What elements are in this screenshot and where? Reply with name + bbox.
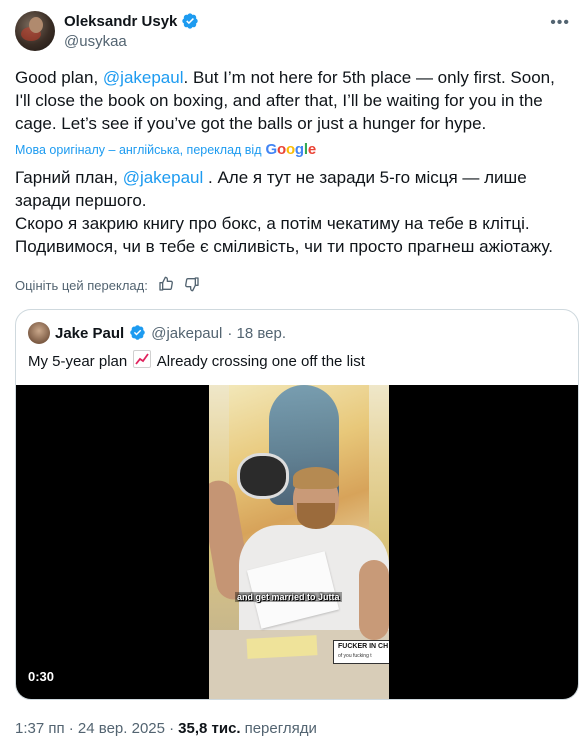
quoted-author-handle: @jakepaul: [151, 324, 223, 342]
quoted-text-part: My 5-year plan: [28, 353, 128, 370]
desk-sign-subtext: of you fucking t: [338, 653, 372, 659]
video-duration: 0:30: [28, 669, 55, 684]
desk-sign-text: FUCKER IN CH: [338, 643, 389, 650]
avatar-face: [29, 17, 43, 33]
verified-badge-icon: [129, 324, 146, 343]
video-player[interactable]: FUCKER IN CH of you fucking t and get ma…: [16, 385, 578, 699]
google-logo: Google: [266, 141, 317, 158]
author-name-row: Oleksandr Usyk: [64, 12, 199, 30]
rate-translation-label: Оцініть цей переклад:: [15, 278, 148, 293]
quoted-author-name: Jake Paul: [55, 324, 125, 342]
rate-translation-row: Оцініть цей переклад:: [15, 276, 200, 295]
translated-mention-link[interactable]: @jakepaul: [123, 168, 204, 187]
thumbs-up-icon[interactable]: [158, 276, 174, 295]
google-logo-letter: o: [276, 141, 286, 158]
author-name[interactable]: Oleksandr Usyk: [64, 13, 177, 30]
translated-line: Скоро я закрию книгу про бокс, а потім ч…: [15, 214, 530, 233]
tweet-meta: 1:37 пп · 24 вер. 2025 · 35,8 тис. перег…: [15, 720, 317, 737]
tweet: Oleksandr Usyk @usykaa ••• Good plan, @j…: [0, 0, 586, 744]
person-beard: [297, 503, 335, 529]
google-logo-letter: o: [285, 141, 295, 158]
avatar[interactable]: [15, 11, 55, 51]
quoted-text-part: Already crossing one off the list: [156, 353, 365, 370]
quoted-tweet-time: · 18 вер.: [227, 324, 286, 342]
person-hair: [293, 467, 339, 489]
google-logo-letter: G: [265, 141, 278, 158]
translation-attribution[interactable]: Мова оригіналу – англійська, переклад ві…: [15, 141, 316, 158]
boxing-glove: [237, 453, 289, 499]
quoted-tweet[interactable]: Jake Paul @jakepaul · 18 вер. My 5-year …: [15, 309, 579, 700]
translated-text-part: Гарний план,: [15, 168, 123, 187]
translation-note-text: Мова оригіналу – англійська, переклад ві…: [15, 142, 262, 157]
translated-line: Подивимося, чи в тебе є сміливість, чи т…: [15, 237, 553, 256]
more-options-icon[interactable]: •••: [550, 14, 570, 32]
video-frame: FUCKER IN CH of you fucking t and get ma…: [209, 385, 389, 699]
right-arm: [359, 560, 389, 640]
quoted-tweet-header: Jake Paul @jakepaul · 18 вер.: [28, 322, 286, 344]
thumbs-down-icon[interactable]: [184, 276, 200, 295]
desk-sign: FUCKER IN CH of you fucking t: [333, 640, 389, 664]
tweet-text: Good plan, @jakepaul. But I’m not here f…: [15, 66, 571, 135]
author-handle[interactable]: @usykaa: [64, 33, 127, 50]
google-logo-letter: g: [294, 141, 304, 158]
views-count: 35,8 тис.: [178, 720, 241, 737]
notebook: [246, 635, 318, 659]
quoted-avatar: [28, 322, 50, 344]
translated-line: Гарний план, @jakepaul . Але я тут не за…: [15, 166, 571, 212]
views-label: перегляди: [244, 720, 317, 737]
chart-increasing-icon: [133, 350, 152, 368]
tweet-datetime[interactable]: 1:37 пп · 24 вер. 2025 ·: [15, 720, 174, 737]
mention-link[interactable]: @jakepaul: [103, 68, 184, 87]
translated-text: Гарний план, @jakepaul . Але я тут не за…: [15, 166, 571, 258]
video-caption: and get married to Jutta: [235, 592, 342, 602]
quoted-tweet-text: My 5-year plan Already crossing one off …: [28, 350, 365, 370]
tweet-text-part: Good plan,: [15, 68, 103, 87]
verified-badge-icon: [181, 12, 199, 30]
google-logo-letter: e: [307, 141, 317, 158]
